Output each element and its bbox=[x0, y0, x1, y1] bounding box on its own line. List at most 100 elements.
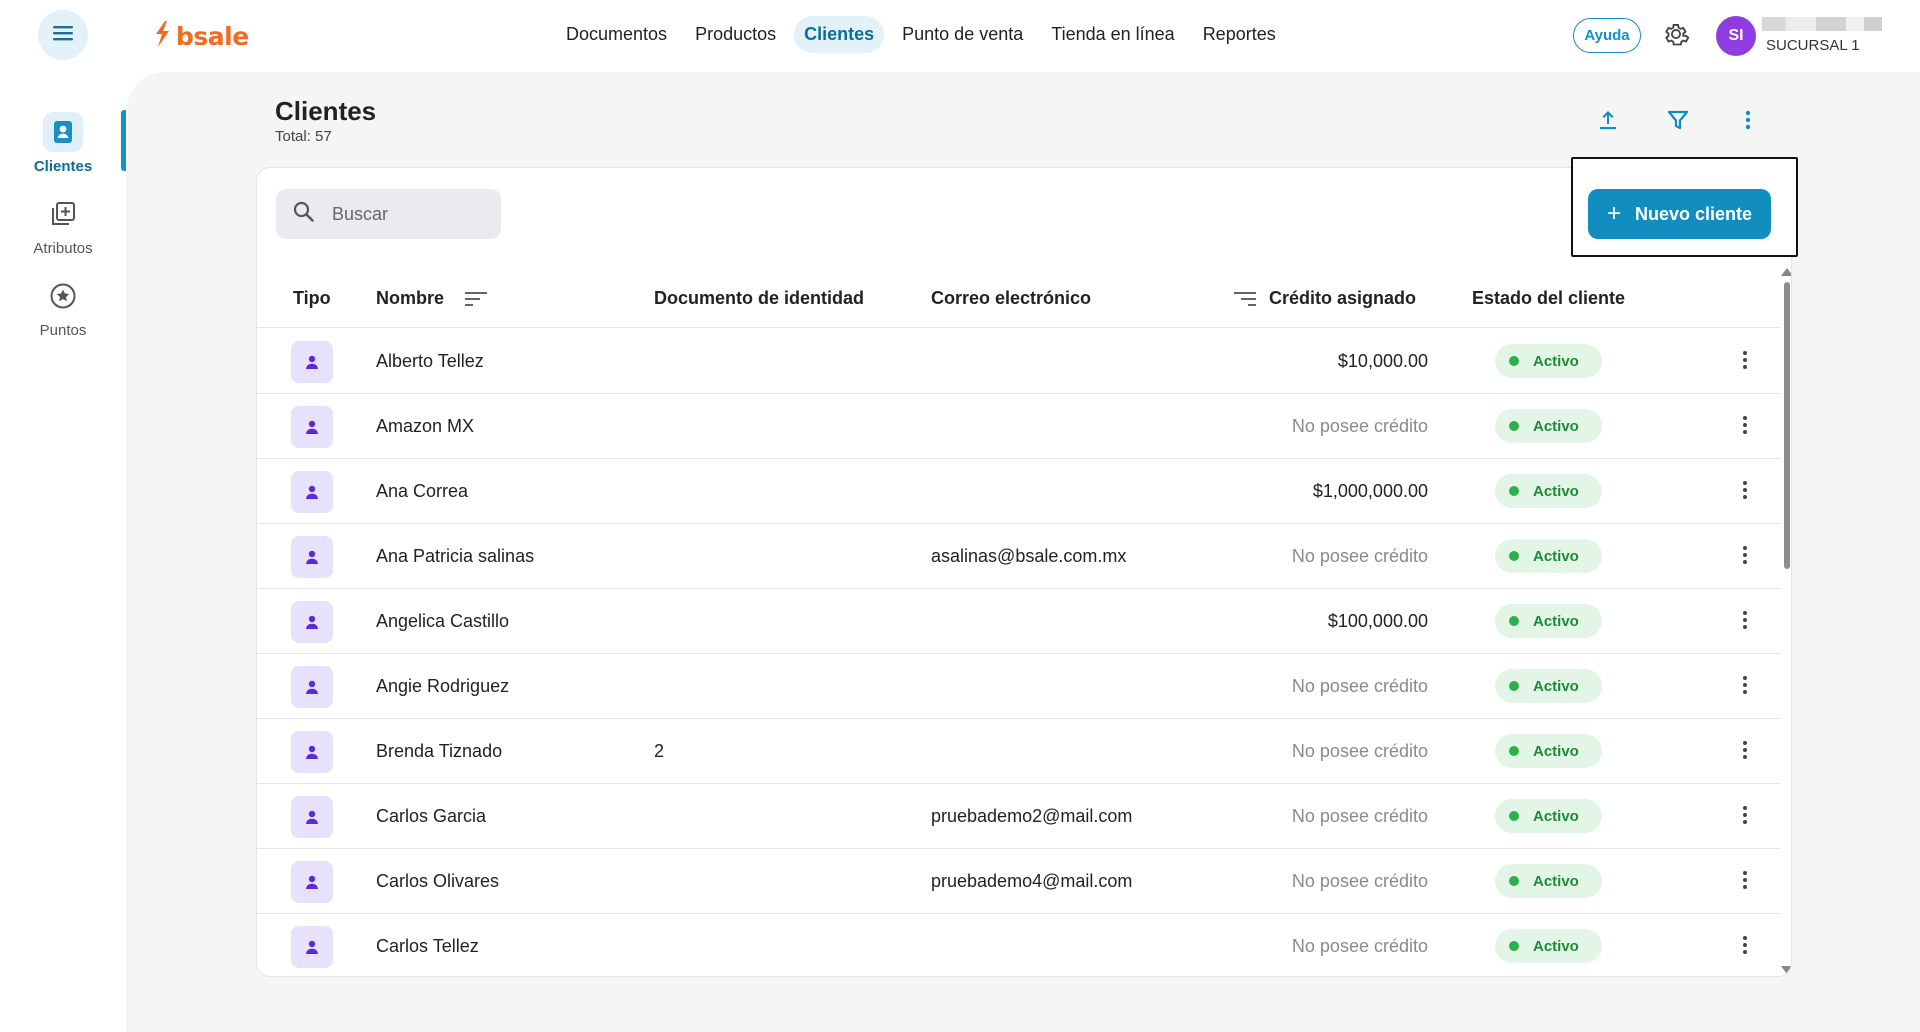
table-row[interactable]: Carlos Olivares pruebademo4@mail.com No … bbox=[257, 849, 1781, 914]
status-badge: Activo bbox=[1495, 669, 1602, 703]
scrollbar[interactable] bbox=[1781, 268, 1791, 976]
export-button[interactable] bbox=[1590, 104, 1626, 140]
row-options-button[interactable] bbox=[1733, 932, 1757, 962]
search-box[interactable] bbox=[276, 189, 501, 239]
row-options-button[interactable] bbox=[1733, 477, 1757, 507]
row-options-button[interactable] bbox=[1733, 867, 1757, 897]
status-badge: Activo bbox=[1495, 539, 1602, 573]
status-label: Activo bbox=[1533, 547, 1579, 565]
new-client-button[interactable]: + Nuevo cliente bbox=[1588, 189, 1771, 239]
status-dot-icon bbox=[1509, 681, 1519, 691]
kebab-icon bbox=[1742, 479, 1748, 506]
kebab-icon bbox=[1742, 349, 1748, 376]
table-body: Alberto Tellez $10,000.00 Activo Amazon … bbox=[257, 329, 1781, 976]
nav-item-punto-de-venta[interactable]: Punto de venta bbox=[892, 16, 1033, 53]
filter-button[interactable] bbox=[1660, 104, 1696, 140]
client-name[interactable]: Angie Rodriguez bbox=[376, 676, 509, 697]
sort-icon[interactable] bbox=[1233, 290, 1257, 313]
status-badge: Activo bbox=[1495, 734, 1602, 768]
row-options-button[interactable] bbox=[1733, 802, 1757, 832]
person-type-icon bbox=[291, 666, 333, 708]
kebab-icon bbox=[1742, 609, 1748, 636]
nav-item-tienda-en-línea[interactable]: Tienda en línea bbox=[1041, 16, 1184, 53]
table-row[interactable]: Ana Correa $1,000,000.00 Activo bbox=[257, 459, 1781, 524]
client-credit: No posee crédito bbox=[1291, 546, 1428, 566]
search-icon bbox=[292, 200, 316, 229]
avatar[interactable]: SI bbox=[1716, 16, 1756, 56]
person-type-icon bbox=[291, 796, 333, 838]
status-badge: Activo bbox=[1495, 864, 1602, 898]
kebab-icon bbox=[1742, 674, 1748, 701]
settings-button[interactable] bbox=[1660, 20, 1692, 52]
nav-item-productos[interactable]: Productos bbox=[685, 16, 786, 53]
row-options-button[interactable] bbox=[1733, 412, 1757, 442]
star-circle-icon bbox=[43, 276, 83, 316]
sidebar-item-atributos[interactable]: Atributos bbox=[0, 194, 126, 257]
sidebar-item-clientes[interactable]: Clientes bbox=[0, 112, 126, 175]
client-name[interactable]: Carlos Garcia bbox=[376, 806, 486, 827]
client-credit: $100,000.00 bbox=[1327, 611, 1428, 631]
person-type-icon bbox=[291, 406, 333, 448]
table-row[interactable]: Angie Rodriguez No posee crédito Activo bbox=[257, 654, 1781, 719]
person-type-icon bbox=[291, 471, 333, 513]
row-options-button[interactable] bbox=[1733, 542, 1757, 572]
search-input[interactable] bbox=[332, 203, 482, 225]
status-dot-icon bbox=[1509, 941, 1519, 951]
kebab-icon bbox=[1742, 869, 1748, 896]
client-name[interactable]: Ana Patricia salinas bbox=[376, 546, 534, 567]
kebab-icon bbox=[1744, 108, 1752, 137]
kebab-icon bbox=[1742, 934, 1748, 961]
nav-item-clientes[interactable]: Clientes bbox=[794, 16, 885, 53]
client-name[interactable]: Ana Correa bbox=[376, 481, 468, 502]
nav-item-reportes[interactable]: Reportes bbox=[1193, 16, 1286, 53]
row-options-button[interactable] bbox=[1733, 607, 1757, 637]
column-credito[interactable]: Crédito asignado bbox=[1269, 288, 1416, 309]
table-row[interactable]: Carlos Garcia pruebademo2@mail.com No po… bbox=[257, 784, 1781, 849]
kebab-icon bbox=[1742, 739, 1748, 766]
table-row[interactable]: Alberto Tellez $10,000.00 Activo bbox=[257, 329, 1781, 394]
status-badge: Activo bbox=[1495, 409, 1602, 443]
column-tipo: Tipo bbox=[293, 288, 331, 308]
column-correo: Correo electrónico bbox=[931, 288, 1092, 308]
sidebar-item-label: Clientes bbox=[33, 158, 93, 175]
scroll-thumb[interactable] bbox=[1784, 282, 1790, 569]
plus-icon: + bbox=[1606, 200, 1621, 227]
client-credit: No posee crédito bbox=[1291, 676, 1428, 696]
table-row[interactable]: Ana Patricia salinas asalinas@bsale.com.… bbox=[257, 524, 1781, 589]
status-label: Activo bbox=[1533, 612, 1579, 630]
scroll-down-arrow-icon[interactable] bbox=[1781, 966, 1791, 974]
client-credit: No posee crédito bbox=[1291, 936, 1428, 956]
client-name[interactable]: Angelica Castillo bbox=[376, 611, 509, 632]
status-dot-icon bbox=[1509, 551, 1519, 561]
row-options-button[interactable] bbox=[1733, 347, 1757, 377]
client-name[interactable]: Brenda Tiznado bbox=[376, 741, 502, 762]
column-nombre[interactable]: Nombre bbox=[376, 288, 444, 309]
table-row[interactable]: Carlos Tellez No posee crédito Activo bbox=[257, 914, 1781, 976]
table-header: Tipo Nombre Documento de identidad Corre… bbox=[257, 268, 1781, 328]
row-options-button[interactable] bbox=[1733, 737, 1757, 767]
sidebar-item-puntos[interactable]: Puntos bbox=[0, 276, 126, 339]
row-options-button[interactable] bbox=[1733, 672, 1757, 702]
bsale-logo[interactable]: bsale bbox=[152, 20, 249, 53]
column-documento: Documento de identidad bbox=[654, 288, 865, 308]
table-row[interactable]: Amazon MX No posee crédito Activo bbox=[257, 394, 1781, 459]
client-name[interactable]: Amazon MX bbox=[376, 416, 474, 437]
person-type-icon bbox=[291, 926, 333, 968]
table-row[interactable]: Brenda Tiznado 2 No posee crédito Activo bbox=[257, 719, 1781, 784]
table-row[interactable]: Angelica Castillo $100,000.00 Activo bbox=[257, 589, 1781, 654]
status-badge: Activo bbox=[1495, 604, 1602, 638]
status-badge: Activo bbox=[1495, 799, 1602, 833]
sort-icon[interactable] bbox=[464, 290, 488, 313]
client-name[interactable]: Alberto Tellez bbox=[376, 351, 484, 372]
client-name[interactable]: Carlos Olivares bbox=[376, 871, 499, 892]
more-options-button[interactable] bbox=[1730, 104, 1766, 140]
status-label: Activo bbox=[1533, 742, 1579, 760]
client-name[interactable]: Carlos Tellez bbox=[376, 936, 479, 957]
scroll-up-arrow-icon[interactable] bbox=[1781, 268, 1791, 276]
menu-button[interactable] bbox=[38, 10, 88, 60]
person-type-icon bbox=[291, 601, 333, 643]
column-estado: Estado del cliente bbox=[1472, 288, 1626, 308]
help-button[interactable]: Ayuda bbox=[1573, 18, 1641, 53]
client-credit: No posee crédito bbox=[1291, 871, 1428, 891]
nav-item-documentos[interactable]: Documentos bbox=[556, 16, 677, 53]
